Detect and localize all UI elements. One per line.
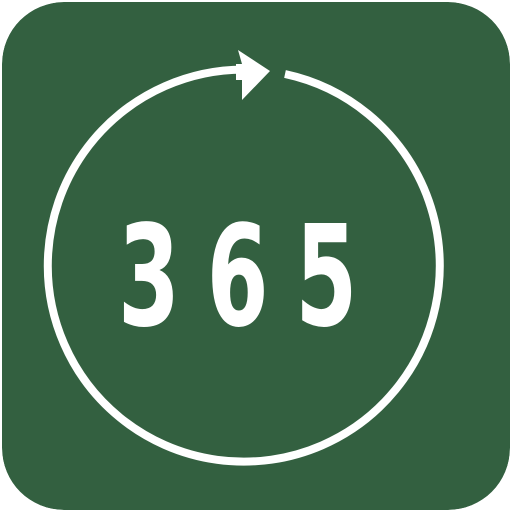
icon-number: 365 (118, 196, 384, 359)
app-icon[interactable]: 365 (2, 2, 510, 510)
